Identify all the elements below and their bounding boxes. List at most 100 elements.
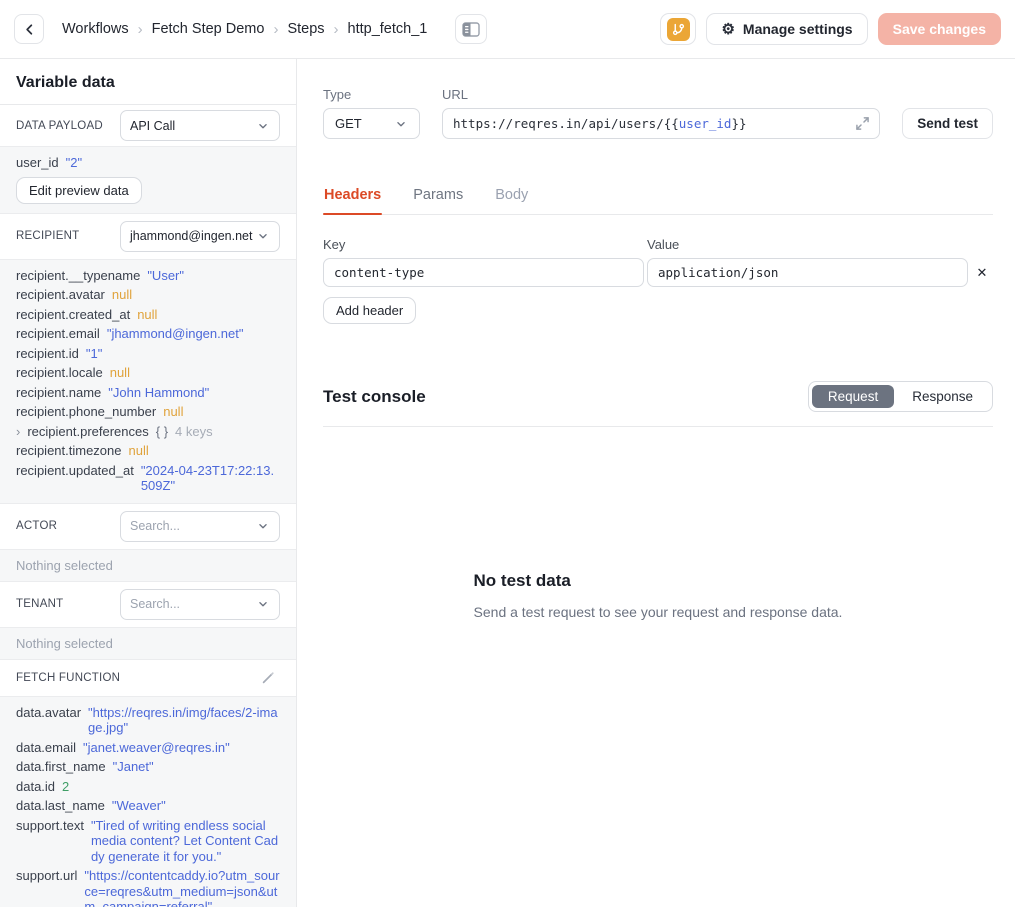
variable-key: data.id — [16, 779, 55, 795]
chevron-down-icon — [256, 229, 270, 243]
send-test-button[interactable]: Send test — [902, 108, 993, 139]
url-text: https://reqres.in/api/users/{{user_id}} — [453, 116, 747, 131]
gear-icon: ⚙ — [721, 22, 734, 37]
expand-icon[interactable] — [856, 117, 869, 130]
variable-suffix: 4 keys — [175, 424, 213, 440]
test-console-title: Test console — [323, 387, 426, 407]
variable-key: data.email — [16, 740, 76, 756]
variable-value: { } — [156, 424, 168, 440]
tenant-select-placeholder: Search... — [130, 597, 180, 611]
git-branch-icon — [667, 18, 690, 41]
variable-row: › recipient.email "jhammond@ingen.net" — [16, 326, 280, 342]
back-button[interactable] — [14, 14, 44, 44]
breadcrumb-item: Workflows › — [62, 21, 152, 38]
value-label: Value — [647, 237, 968, 252]
variable-row: › data.last_name "Weaver" — [16, 798, 280, 814]
breadcrumb-separator-icon: › — [273, 21, 278, 38]
recipient-select[interactable]: jhammond@ingen.net — [120, 221, 280, 252]
tenant-label: TENANT — [16, 598, 63, 610]
request-tab[interactable]: Headers — [323, 187, 382, 214]
variable-value: "1" — [86, 346, 102, 362]
url-label: URL — [442, 87, 880, 102]
variable-key: data.first_name — [16, 759, 106, 775]
variable-value: null — [163, 404, 183, 420]
variable-key: recipient.preferences — [27, 424, 148, 440]
variable-key: recipient.avatar — [16, 287, 105, 303]
chevron-left-icon — [22, 22, 37, 37]
breadcrumb-link[interactable]: Steps — [287, 21, 324, 37]
actor-select-placeholder: Search... — [130, 519, 180, 533]
method-select[interactable]: GET — [323, 108, 420, 139]
variable-row: › recipient.preferences { } 4 keys — [16, 424, 280, 440]
variable-row: › recipient.id "1" — [16, 346, 280, 362]
add-header-button[interactable]: Add header — [323, 297, 416, 324]
fetch-function-section: FETCH FUNCTION — [0, 660, 296, 696]
actor-label: ACTOR — [16, 520, 57, 532]
variable-value: "Janet" — [113, 759, 154, 775]
recipient-preview: › recipient.__typename "User" › recipien… — [0, 259, 296, 504]
variable-value: 2 — [62, 779, 69, 795]
data-payload-section: DATA PAYLOAD API Call — [0, 105, 296, 146]
breadcrumb-item: http_fetch_1 › — [348, 21, 428, 37]
variable-value: "2024-04-23T17:22:13.509Z" — [141, 463, 280, 494]
header-value-input[interactable] — [647, 258, 968, 287]
data-payload-selected-value: API Call — [130, 119, 175, 133]
variable-key: recipient.name — [16, 385, 101, 401]
request-tab[interactable]: Params — [412, 187, 464, 214]
recipient-selected-value: jhammond@ingen.net — [130, 229, 253, 243]
console-divider — [323, 426, 993, 427]
request-tab[interactable]: Body — [494, 187, 529, 214]
actor-section: ACTOR Search... — [0, 504, 296, 549]
breadcrumb-link[interactable]: Fetch Step Demo — [152, 21, 265, 37]
variable-key: recipient.created_at — [16, 307, 130, 323]
url-variable: user_id — [679, 116, 732, 131]
variable-value: null — [112, 287, 132, 303]
url-input[interactable]: https://reqres.in/api/users/{{user_id}} — [442, 108, 880, 139]
header-key-input[interactable] — [323, 258, 644, 287]
variable-value: "janet.weaver@reqres.in" — [83, 740, 230, 756]
request-url-row: Type GET URL https://reqres.in/api/users… — [323, 87, 993, 139]
variable-row: › recipient.created_at null — [16, 307, 280, 323]
variable-key: recipient.locale — [16, 365, 103, 381]
app-window: Workflows › Fetch Step Demo › Steps › ht… — [0, 0, 1015, 907]
actor-select[interactable]: Search... — [120, 511, 280, 542]
manage-settings-button[interactable]: ⚙ Manage settings — [706, 13, 867, 45]
variable-row: › recipient.__typename "User" — [16, 268, 280, 284]
variable-value: "https://reqres.in/img/faces/2-image.jpg… — [88, 705, 280, 736]
variable-value: "2" — [66, 155, 82, 171]
tenant-select[interactable]: Search... — [120, 589, 280, 620]
variable-value: null — [137, 307, 157, 323]
variable-key: recipient.timezone — [16, 443, 122, 459]
breadcrumb-separator-icon: › — [138, 21, 143, 38]
toggle-sidebar-button[interactable] — [455, 14, 487, 44]
data-payload-preview: › user_id "2" Edit preview data — [0, 146, 296, 214]
request-response-toggle: Request Response — [808, 381, 993, 412]
commit-status-button[interactable] — [660, 13, 696, 45]
breadcrumb-link[interactable]: http_fetch_1 — [348, 21, 428, 37]
edit-fetch-function-button[interactable] — [256, 666, 280, 690]
remove-header-button[interactable]: ✕ — [971, 266, 993, 279]
tenant-section: TENANT Search... — [0, 582, 296, 627]
method-selected-value: GET — [335, 116, 362, 131]
chevron-right-icon[interactable]: › — [16, 424, 20, 440]
variable-data-sidebar: Variable data DATA PAYLOAD API Call › — [0, 59, 297, 907]
breadcrumb-item: Fetch Step Demo › — [152, 21, 288, 38]
variable-row: › support.text "Tired of writing endless… — [16, 818, 280, 865]
tenant-empty-state: Nothing selected — [0, 627, 296, 660]
header-actions: ⚙ Manage settings Save changes — [660, 13, 1001, 45]
edit-preview-data-button[interactable]: Edit preview data — [16, 177, 142, 204]
variable-row: › recipient.avatar null — [16, 287, 280, 303]
toggle-option[interactable]: Request — [812, 385, 894, 408]
chevron-down-icon — [256, 519, 270, 533]
data-payload-select[interactable]: API Call — [120, 110, 280, 141]
empty-state: No test data Send a test request to see … — [474, 571, 843, 620]
variable-row: › data.first_name "Janet" — [16, 759, 280, 775]
variable-value: "Tired of writing endless social media c… — [91, 818, 280, 865]
variable-key: support.text — [16, 818, 84, 834]
manage-settings-label: Manage settings — [743, 21, 853, 37]
toggle-option[interactable]: Response — [896, 385, 989, 408]
save-changes-button[interactable]: Save changes — [878, 13, 1001, 45]
header-form-labels: Key Value — [323, 237, 993, 258]
breadcrumb-link[interactable]: Workflows — [62, 21, 129, 37]
pencil-icon — [260, 670, 276, 686]
